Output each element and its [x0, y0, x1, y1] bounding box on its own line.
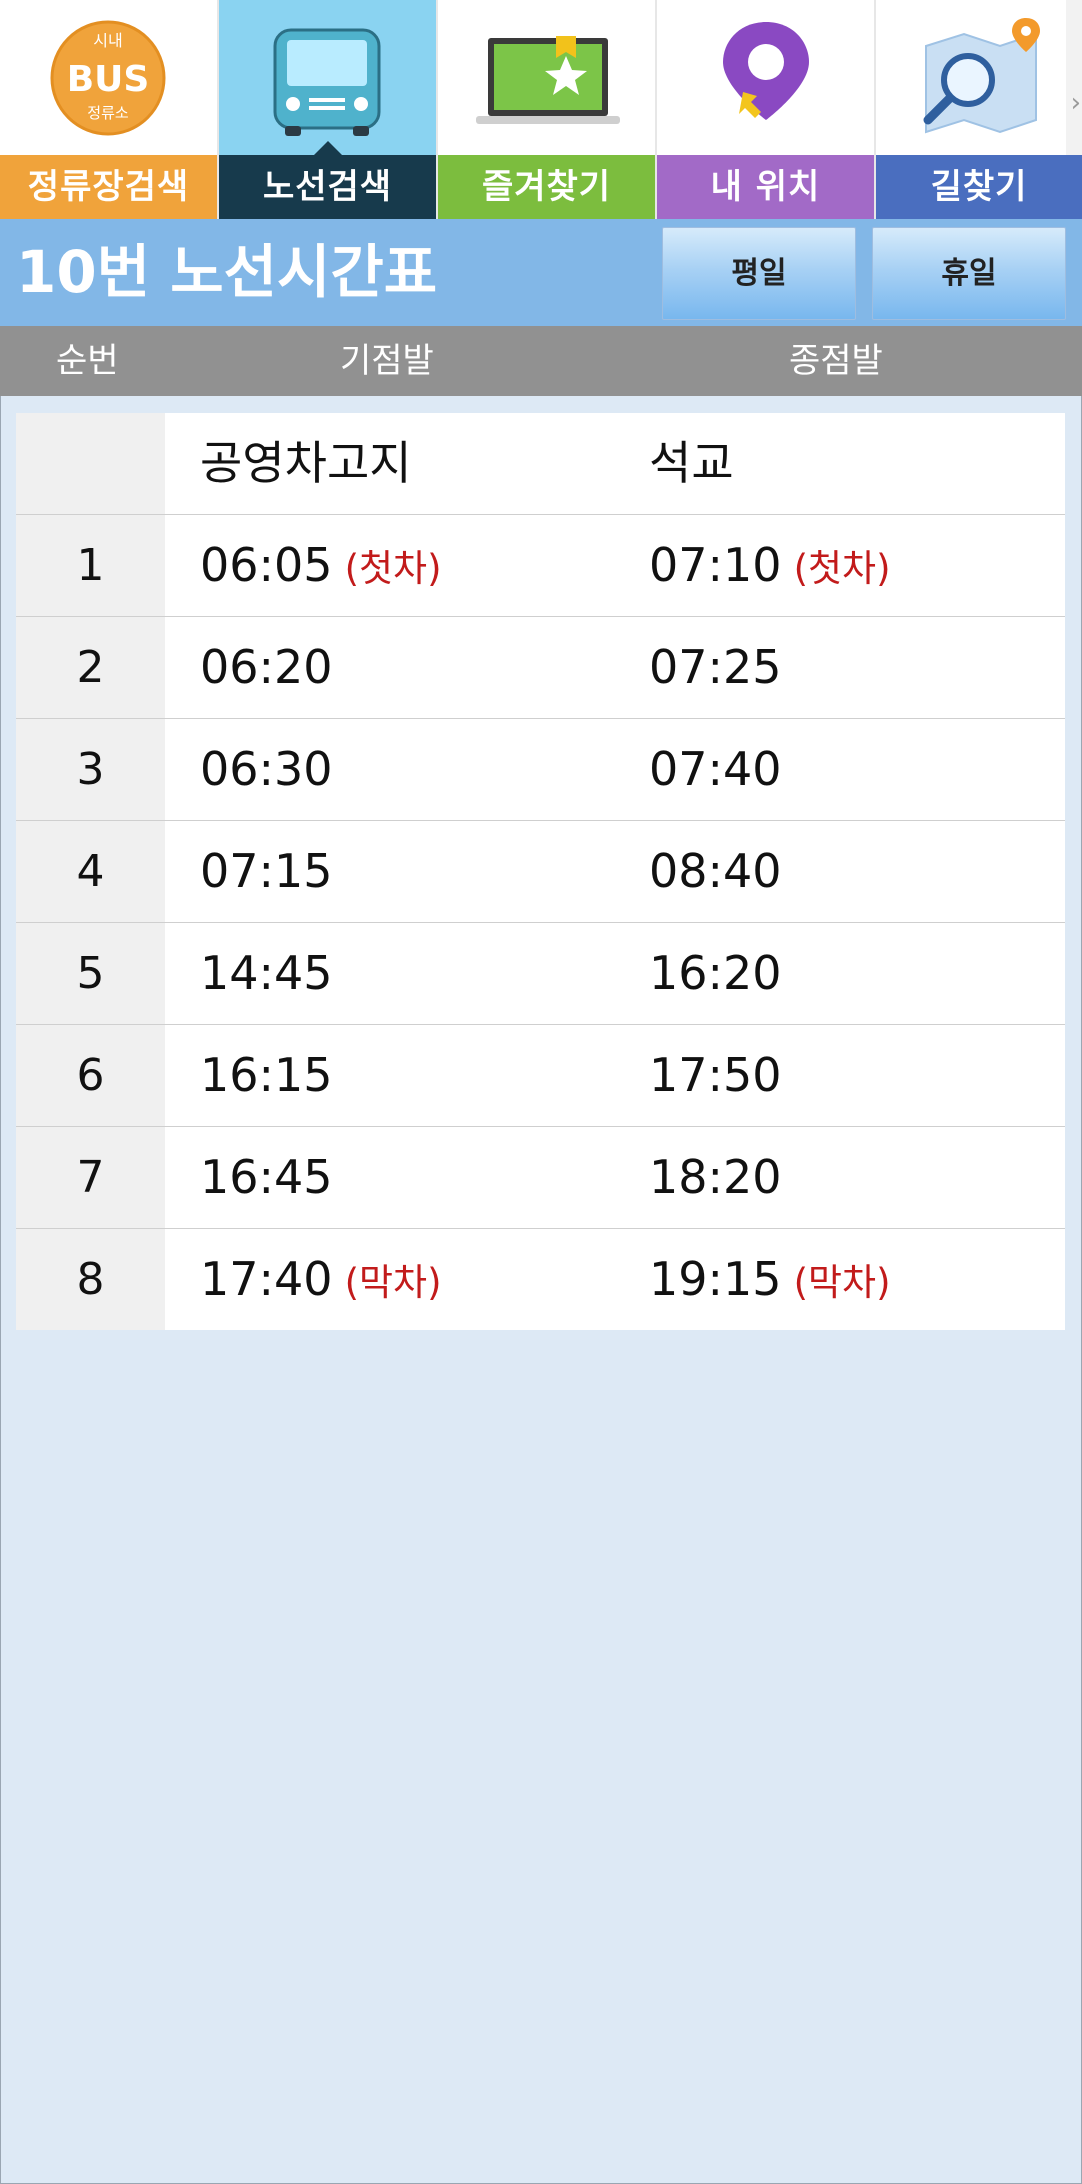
svg-text:시내: 시내 — [93, 31, 122, 50]
weekday-button[interactable]: 평일 — [662, 227, 856, 320]
row-number: 6 — [16, 1025, 165, 1126]
table-row: 6 16:15 17:50 — [16, 1024, 1065, 1126]
table-row: 1 06:05 (첫차) 07:10 (첫차) — [16, 514, 1065, 616]
column-header-seq: 순번 — [56, 341, 119, 381]
location-pin-icon — [723, 22, 809, 120]
origin-time-cell: 06:05 (첫차) — [200, 515, 442, 616]
column-header-origin: 기점발 — [340, 341, 434, 381]
nav-label-directions: 길찾기 — [876, 155, 1082, 219]
first-bus-tag: (첫차) — [344, 547, 442, 590]
table-row: 4 07:15 08:40 — [16, 820, 1065, 922]
svg-text:정류소: 정류소 — [87, 104, 129, 122]
origin-time: 06:30 — [200, 742, 333, 796]
bookmark-laptop-icon — [476, 36, 620, 124]
bus-stop-logo-icon: 시내 BUS 정류소 — [50, 20, 166, 136]
origin-time: 17:40 — [200, 1252, 333, 1306]
origin-time: 14:45 — [200, 946, 333, 1000]
terminal-time-cell: 07:10 (첫차) — [649, 515, 891, 616]
row-number: 8 — [16, 1229, 165, 1330]
terminal-time: 08:40 — [649, 844, 782, 898]
terminal-time: 16:20 — [649, 946, 782, 1000]
row-number: 4 — [16, 821, 165, 922]
last-bus-tag: (막차) — [344, 1261, 442, 1304]
timetable: 공영차고지 석교 1 06:05 (첫차) 07:10 (첫차) 2 06:20 0… — [16, 413, 1065, 1330]
origin-time: 06:20 — [200, 640, 333, 694]
terminal-stop-name: 석교 — [649, 436, 734, 490]
origin-time: 07:15 — [200, 844, 333, 898]
nav-label-stop-search: 정류장검색 — [0, 155, 217, 219]
terminal-time: 18:20 — [649, 1150, 782, 1204]
map-search-icon — [923, 18, 1040, 134]
origin-time: 06:05 — [200, 538, 333, 592]
origin-time: 16:45 — [200, 1150, 333, 1204]
row-number: 3 — [16, 719, 165, 820]
page-title: 10번 노선시간표 — [16, 238, 438, 306]
last-bus-tag: (막차) — [793, 1261, 891, 1304]
column-header-terminal: 종점발 — [789, 341, 883, 381]
table-row: 3 06:30 07:40 — [16, 718, 1065, 820]
svg-text:BUS: BUS — [67, 59, 150, 100]
terminal-time: 17:50 — [649, 1048, 782, 1102]
terminal-time: 19:15 — [649, 1252, 782, 1306]
nav-scroll-more[interactable]: › — [1066, 0, 1082, 155]
holiday-button[interactable]: 휴일 — [872, 227, 1066, 320]
terminal-time: 07:40 — [649, 742, 782, 796]
nav-label-route-search: 노선검색 — [219, 155, 436, 219]
active-indicator — [313, 141, 342, 155]
row-number: 5 — [16, 923, 165, 1024]
top-nav: 시내 BUS 정류소 정류장검색 노선검색 즐겨찾기 내 위치 길찾기 › — [0, 0, 1082, 219]
origin-time-cell: 17:40 (막차) — [200, 1229, 442, 1330]
origin-time: 16:15 — [200, 1048, 333, 1102]
table-row: 8 17:40 (막차) 19:15 (막차) — [16, 1228, 1065, 1330]
first-bus-tag: (첫차) — [793, 547, 891, 590]
nav-item-directions[interactable]: 길찾기 › — [876, 0, 1082, 219]
row-number: 2 — [16, 617, 165, 718]
terminal-time: 07:25 — [649, 640, 782, 694]
stop-name-row: 공영차고지 석교 — [16, 413, 1065, 514]
row-number: 1 — [16, 515, 165, 616]
chevron-right-icon: › — [1070, 88, 1081, 118]
terminal-time-cell: 19:15 (막차) — [649, 1229, 891, 1330]
nav-label-my-location: 내 위치 — [657, 155, 874, 219]
table-row: 7 16:45 18:20 — [16, 1126, 1065, 1228]
nav-item-stop-search[interactable]: 시내 BUS 정류소 정류장검색 — [0, 0, 219, 219]
nav-label-favorites: 즐겨찾기 — [438, 155, 655, 219]
table-row: 5 14:45 16:20 — [16, 922, 1065, 1024]
row-number-blank — [16, 413, 165, 514]
row-number: 7 — [16, 1127, 165, 1228]
title-bar: 10번 노선시간표 평일 휴일 — [0, 219, 1082, 326]
table-row: 2 06:20 07:25 — [16, 616, 1065, 718]
nav-item-my-location[interactable]: 내 위치 — [657, 0, 876, 219]
nav-item-favorites[interactable]: 즐겨찾기 — [438, 0, 657, 219]
terminal-time: 07:10 — [649, 538, 782, 592]
column-header: 순번 기점발 종점발 — [0, 326, 1082, 396]
nav-item-route-search[interactable]: 노선검색 — [219, 0, 438, 219]
origin-stop-name: 공영차고지 — [200, 436, 412, 490]
bus-icon — [273, 28, 381, 136]
